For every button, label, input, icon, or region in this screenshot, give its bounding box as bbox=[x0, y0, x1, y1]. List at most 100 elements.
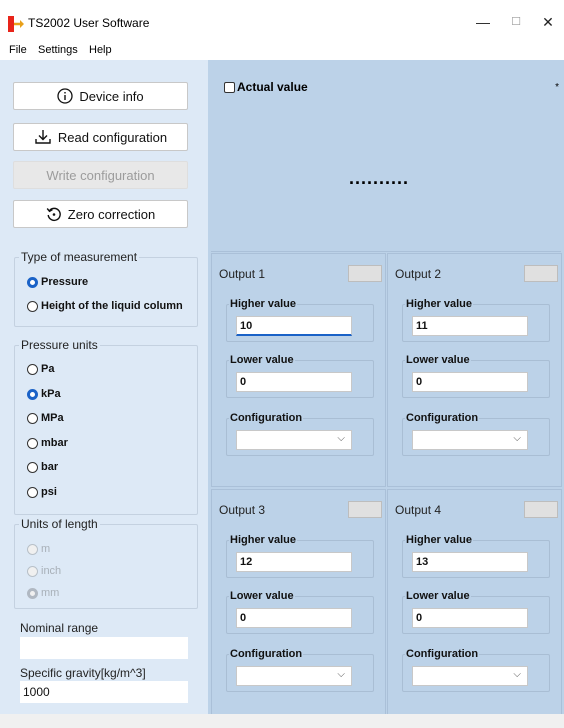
output-2-higher-label: Higher value bbox=[405, 298, 474, 310]
radio-bar-indicator[interactable] bbox=[27, 461, 38, 473]
output-1-config-group: Configuration ⌵ bbox=[226, 412, 374, 456]
output-2-lower-label: Lower value bbox=[405, 354, 471, 366]
output-3-higher-input[interactable]: 12 bbox=[236, 552, 352, 572]
output-2-lower-input[interactable]: 0 bbox=[412, 372, 528, 392]
radio-inch-indicator[interactable] bbox=[27, 565, 38, 577]
radio-psi-indicator[interactable] bbox=[27, 486, 38, 498]
output-4-indicator bbox=[524, 501, 558, 518]
read-configuration-button[interactable]: Read configuration bbox=[13, 123, 188, 151]
menu-settings[interactable]: Settings bbox=[38, 44, 78, 56]
specific-gravity-label: Specific gravity[kg/m^3] bbox=[20, 666, 146, 680]
radio-mm[interactable]: mm bbox=[27, 587, 59, 599]
radio-bar[interactable]: bar bbox=[27, 461, 58, 473]
output-2-panel: Output 2 Higher value 11 Lower value 0 C… bbox=[387, 253, 562, 487]
output-2-config-select[interactable]: ⌵ bbox=[412, 430, 528, 450]
actual-value-label: Actual value bbox=[237, 80, 308, 94]
output-1-lower-group: Lower value 0 bbox=[226, 354, 374, 398]
output-3-higher-group: Higher value 12 bbox=[226, 534, 374, 578]
specific-gravity-field[interactable]: 1000 bbox=[20, 681, 188, 703]
radio-mpa-label: MPa bbox=[41, 412, 64, 424]
zero-correction-button[interactable]: Zero correction bbox=[13, 200, 188, 228]
length-units-title: Units of length bbox=[19, 517, 100, 531]
pressure-units-title: Pressure units bbox=[19, 338, 100, 352]
output-4-title: Output 4 bbox=[395, 503, 442, 517]
output-1-config-select[interactable]: ⌵ bbox=[236, 430, 352, 450]
minimize-button[interactable]: — bbox=[468, 10, 498, 34]
actual-value-checkbox[interactable] bbox=[224, 82, 235, 93]
maximize-button[interactable]: ☐ bbox=[501, 10, 531, 34]
write-configuration-label: Write configuration bbox=[46, 167, 155, 183]
radio-pressure[interactable]: Pressure bbox=[27, 276, 88, 288]
modified-marker: * bbox=[555, 82, 559, 93]
radio-m[interactable]: m bbox=[27, 543, 50, 555]
status-bar bbox=[0, 714, 564, 728]
output-3-higher-label: Higher value bbox=[229, 534, 298, 546]
radio-mpa[interactable]: MPa bbox=[27, 412, 64, 424]
length-units-group: Units of length m inch mm bbox=[14, 517, 198, 609]
radio-mm-indicator[interactable] bbox=[27, 587, 38, 599]
output-3-config-label: Configuration bbox=[229, 648, 304, 660]
output-1-lower-label: Lower value bbox=[229, 354, 295, 366]
radio-psi[interactable]: psi bbox=[27, 486, 57, 498]
chevron-down-icon: ⌵ bbox=[337, 433, 345, 444]
output-2-indicator bbox=[524, 265, 558, 282]
nominal-range-field[interactable] bbox=[20, 637, 188, 659]
output-2-config-label: Configuration bbox=[405, 412, 480, 424]
device-info-button[interactable]: Device info bbox=[13, 82, 188, 110]
output-3-title: Output 3 bbox=[219, 503, 266, 517]
chevron-down-icon: ⌵ bbox=[513, 669, 521, 680]
output-4-lower-label: Lower value bbox=[405, 590, 471, 602]
radio-inch[interactable]: inch bbox=[27, 565, 61, 577]
menu-file[interactable]: File bbox=[9, 44, 27, 56]
output-3-lower-input[interactable]: 0 bbox=[236, 608, 352, 628]
output-1-lower-input[interactable]: 0 bbox=[236, 372, 352, 392]
radio-pa[interactable]: Pa bbox=[27, 363, 54, 375]
output-4-config-select[interactable]: ⌵ bbox=[412, 666, 528, 686]
radio-mm-label: mm bbox=[41, 587, 60, 599]
output-4-lower-input[interactable]: 0 bbox=[412, 608, 528, 628]
radio-mbar[interactable]: mbar bbox=[27, 437, 68, 449]
output-4-config-label: Configuration bbox=[405, 648, 480, 660]
output-1-higher-input[interactable]: 10 bbox=[236, 316, 352, 336]
output-1-indicator bbox=[348, 265, 382, 282]
output-3-panel: Output 3 Higher value 12 Lower value 0 C… bbox=[211, 489, 386, 723]
output-4-panel: Output 4 Higher value 13 Lower value 0 C… bbox=[387, 489, 562, 723]
menu-help[interactable]: Help bbox=[89, 44, 112, 56]
output-3-config-select[interactable]: ⌵ bbox=[236, 666, 352, 686]
output-2-lower-group: Lower value 0 bbox=[402, 354, 550, 398]
radio-pressure-label: Pressure bbox=[41, 276, 89, 288]
radio-pa-label: Pa bbox=[41, 363, 55, 375]
pressure-units-group: Pressure units Pa kPa MPa mbar bar psi bbox=[14, 338, 198, 515]
info-icon bbox=[57, 88, 73, 104]
radio-liquid-height-indicator[interactable] bbox=[27, 300, 38, 312]
device-info-label: Device info bbox=[79, 88, 144, 104]
radio-kpa-label: kPa bbox=[41, 388, 61, 400]
output-1-higher-label: Higher value bbox=[229, 298, 298, 310]
radio-bar-label: bar bbox=[41, 461, 59, 473]
title-bar: TS2002 User Software — ☐ ✕ bbox=[0, 0, 564, 42]
measurement-type-group: Type of measurement Pressure Height of t… bbox=[14, 250, 198, 327]
output-3-config-group: Configuration ⌵ bbox=[226, 648, 374, 692]
radio-pa-indicator[interactable] bbox=[27, 363, 38, 375]
output-2-higher-input[interactable]: 11 bbox=[412, 316, 528, 336]
output-1-config-label: Configuration bbox=[229, 412, 304, 424]
radio-kpa-indicator[interactable] bbox=[27, 388, 38, 400]
radio-mbar-indicator[interactable] bbox=[27, 437, 38, 449]
output-4-config-group: Configuration ⌵ bbox=[402, 648, 550, 692]
write-configuration-button[interactable]: Write configuration bbox=[13, 161, 188, 189]
left-panel: Device info Read configuration Write con… bbox=[0, 60, 208, 714]
output-4-higher-label: Higher value bbox=[405, 534, 474, 546]
actual-value-display: .......... bbox=[349, 168, 410, 188]
radio-pressure-indicator[interactable] bbox=[27, 276, 38, 288]
radio-mpa-indicator[interactable] bbox=[27, 412, 38, 424]
zero-correction-label: Zero correction bbox=[67, 206, 156, 222]
radio-kpa[interactable]: kPa bbox=[27, 388, 61, 400]
radio-m-indicator[interactable] bbox=[27, 543, 38, 555]
output-4-higher-group: Higher value 13 bbox=[402, 534, 550, 578]
close-button[interactable]: ✕ bbox=[533, 10, 563, 34]
chevron-down-icon: ⌵ bbox=[337, 669, 345, 680]
nominal-range-label: Nominal range bbox=[20, 621, 99, 635]
output-4-higher-input[interactable]: 13 bbox=[412, 552, 528, 572]
radio-liquid-height[interactable]: Height of the liquid column bbox=[27, 300, 183, 312]
menu-bar: File Settings Help bbox=[0, 42, 564, 60]
